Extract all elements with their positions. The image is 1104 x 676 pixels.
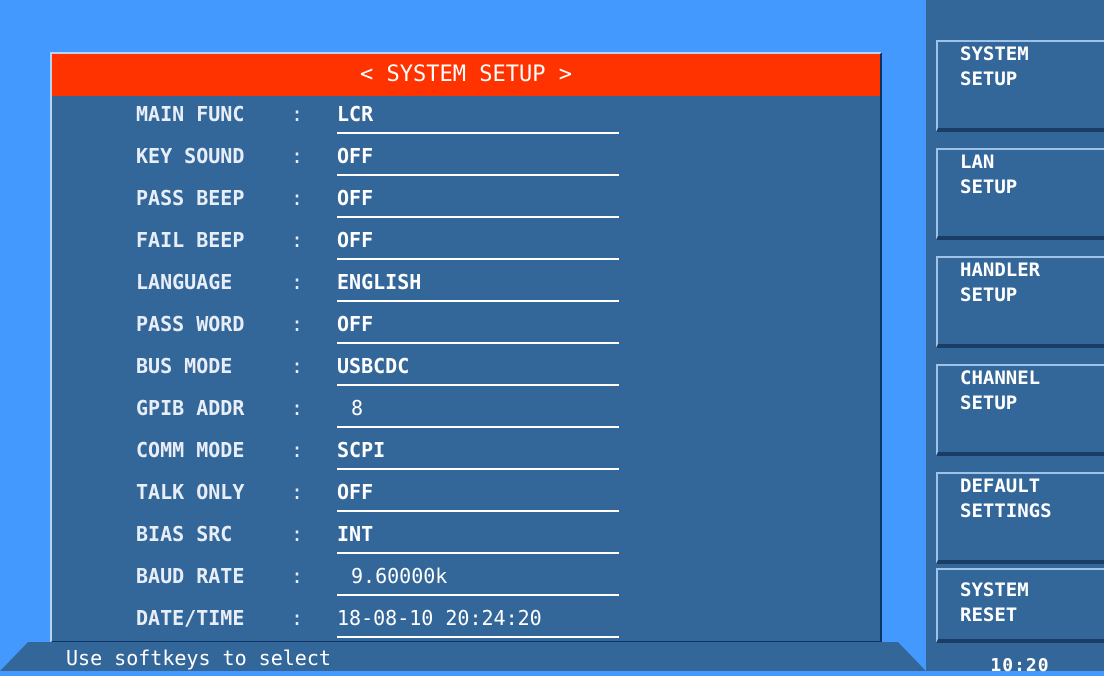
softkey-system-reset[interactable]: SYSTEM RESET bbox=[936, 568, 1104, 643]
softkey-label-line2: SETUP bbox=[960, 392, 1018, 414]
setting-row-talk-only[interactable]: TALK ONLY : OFF bbox=[52, 474, 880, 514]
softkey-label-line1: LAN bbox=[960, 151, 995, 173]
setting-row-comm-mode[interactable]: COMM MODE : SCPI bbox=[52, 432, 880, 472]
softkey-label-line1: HANDLER bbox=[960, 259, 1041, 281]
clock-readout: 10:20 bbox=[990, 655, 1050, 676]
softkey-label-line1: SYSTEM bbox=[960, 43, 1029, 65]
separator-colon: : bbox=[291, 312, 304, 336]
separator-colon: : bbox=[291, 270, 304, 294]
setting-value[interactable]: OFF bbox=[337, 228, 619, 260]
setting-value[interactable]: OFF bbox=[337, 480, 619, 512]
setting-row-key-sound[interactable]: KEY SOUND : OFF bbox=[52, 138, 880, 178]
setting-label: PASS BEEP bbox=[136, 186, 245, 210]
setting-label: BAUD RATE bbox=[136, 564, 245, 588]
setting-label: FAIL BEEP bbox=[136, 228, 245, 252]
separator-colon: : bbox=[291, 144, 304, 168]
setting-row-bus-mode[interactable]: BUS MODE : USBCDC bbox=[52, 348, 880, 388]
setting-label: LANGUAGE bbox=[136, 270, 233, 294]
softkey-label-line2: SETUP bbox=[960, 68, 1018, 90]
softkey-sidebar: SYSTEM SETUP LAN SETUP HANDLER SETUP CHA… bbox=[926, 0, 1104, 671]
setting-row-pass-word[interactable]: PASS WORD : OFF bbox=[52, 306, 880, 346]
softkey-label-line2: RESET bbox=[960, 604, 1018, 626]
setting-label: COMM MODE bbox=[136, 438, 245, 462]
separator-colon: : bbox=[291, 102, 304, 126]
setting-label: BUS MODE bbox=[136, 354, 233, 378]
separator-colon: : bbox=[291, 186, 304, 210]
setting-row-baud-rate[interactable]: BAUD RATE : 9.60000k bbox=[52, 558, 880, 598]
setting-label: GPIB ADDR bbox=[136, 396, 245, 420]
setting-value[interactable]: SCPI bbox=[337, 438, 619, 470]
setting-value[interactable]: OFF bbox=[337, 186, 619, 218]
setting-label: PASS WORD bbox=[136, 312, 245, 336]
softkey-label-line1: CHANNEL bbox=[960, 367, 1041, 389]
softkey-label-line2: SETTINGS bbox=[960, 500, 1052, 522]
setting-row-bias-src[interactable]: BIAS SRC : INT bbox=[52, 516, 880, 556]
softkey-label-line1: SYSTEM bbox=[960, 579, 1029, 601]
setting-value[interactable]: OFF bbox=[337, 312, 619, 344]
setting-value[interactable]: OFF bbox=[337, 144, 619, 176]
setting-label: KEY SOUND bbox=[136, 144, 245, 168]
setting-row-main-func[interactable]: MAIN FUNC : LCR bbox=[52, 96, 880, 136]
setting-label: TALK ONLY bbox=[136, 480, 245, 504]
system-setup-panel: < SYSTEM SETUP > MAIN FUNC : LCR KEY SOU… bbox=[50, 52, 882, 643]
status-message: Use softkeys to select bbox=[66, 646, 331, 670]
setting-value[interactable]: ENGLISH bbox=[337, 270, 619, 302]
softkey-label-line2: SETUP bbox=[960, 176, 1018, 198]
setting-label: BIAS SRC bbox=[136, 522, 233, 546]
page-title: < SYSTEM SETUP > bbox=[52, 54, 880, 96]
separator-colon: : bbox=[291, 480, 304, 504]
setting-value[interactable]: INT bbox=[337, 522, 619, 554]
separator-colon: : bbox=[291, 228, 304, 252]
separator-colon: : bbox=[291, 564, 304, 588]
separator-colon: : bbox=[291, 438, 304, 462]
separator-colon: : bbox=[291, 522, 304, 546]
setting-row-language[interactable]: LANGUAGE : ENGLISH bbox=[52, 264, 880, 304]
softkey-handler-setup[interactable]: HANDLER SETUP bbox=[936, 256, 1104, 348]
softkey-system-setup[interactable]: SYSTEM SETUP bbox=[936, 40, 1104, 132]
separator-colon: : bbox=[291, 354, 304, 378]
setting-value[interactable]: USBCDC bbox=[337, 354, 619, 386]
softkey-label-line1: DEFAULT bbox=[960, 475, 1041, 497]
softkey-default-settings[interactable]: DEFAULT SETTINGS bbox=[936, 472, 1104, 564]
softkey-channel-setup[interactable]: CHANNEL SETUP bbox=[936, 364, 1104, 456]
setting-label: MAIN FUNC bbox=[136, 102, 245, 126]
separator-colon: : bbox=[291, 606, 304, 630]
setting-row-fail-beep[interactable]: FAIL BEEP : OFF bbox=[52, 222, 880, 262]
setting-row-pass-beep[interactable]: PASS BEEP : OFF bbox=[52, 180, 880, 220]
setting-value[interactable]: 8 bbox=[337, 396, 619, 428]
setting-value[interactable]: 18-08-10 20:24:20 bbox=[337, 606, 619, 638]
setting-row-date-time[interactable]: DATE/TIME : 18-08-10 20:24:20 bbox=[52, 600, 880, 640]
setting-value[interactable]: LCR bbox=[337, 102, 619, 134]
separator-colon: : bbox=[291, 396, 304, 420]
setting-label: DATE/TIME bbox=[136, 606, 245, 630]
setting-value[interactable]: 9.60000k bbox=[337, 564, 619, 596]
softkey-lan-setup[interactable]: LAN SETUP bbox=[936, 148, 1104, 240]
setting-row-gpib-addr[interactable]: GPIB ADDR : 8 bbox=[52, 390, 880, 430]
softkey-label-line2: SETUP bbox=[960, 284, 1018, 306]
